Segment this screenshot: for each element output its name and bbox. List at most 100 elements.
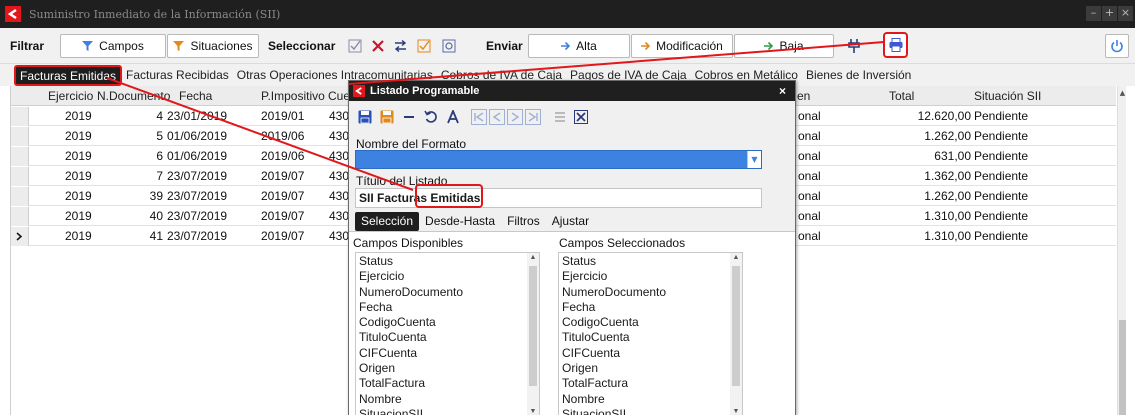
list-item[interactable]: NumeroDocumento [562,285,666,300]
tab-facturas-emitidas[interactable]: Facturas Emitidas [14,65,123,86]
maximize-button[interactable]: + [1102,6,1117,21]
tab-filtros[interactable]: Filtros [501,212,546,231]
cell-total: 1.310,00 [924,229,971,243]
list-item[interactable]: CodigoCuenta [562,315,666,330]
list-item[interactable]: Status [562,254,666,269]
cell-total: 12.620,00 [917,109,971,123]
scroll-thumb[interactable] [1119,320,1126,415]
list-item[interactable]: CodigoCuenta [359,315,463,330]
row-selector[interactable] [11,187,29,206]
delete-box-icon[interactable] [573,109,589,125]
col-fecha[interactable]: Fecha [179,89,212,103]
tab-bienes-inversion[interactable]: Bienes de Inversión [802,64,915,86]
campos-disponibles-list[interactable]: Status Ejercicio NumeroDocumento Fecha C… [355,252,540,415]
select-range-icon[interactable] [441,38,457,54]
undo-icon[interactable] [423,109,439,125]
list-item[interactable]: CIFCuenta [359,346,463,361]
list-lines-icon[interactable] [552,109,568,125]
col-ndocumento[interactable]: N.Documento [97,89,170,103]
list-item[interactable]: NumeroDocumento [359,285,463,300]
list-item[interactable]: TotalFactura [562,376,666,391]
dialog-title: Listado Programable [370,85,480,97]
list-item[interactable]: TituloCuenta [562,330,666,345]
scroll-thumb[interactable] [529,266,537,386]
list-item[interactable]: TituloCuenta [359,330,463,345]
row-selector[interactable] [11,127,29,146]
window-title: Suministro Inmediato de la Información (… [29,7,281,21]
list-item[interactable]: Ejercicio [562,269,666,284]
list-item[interactable]: Origen [359,361,463,376]
save-as-icon[interactable] [379,109,395,125]
baja-button[interactable]: Baja [734,34,834,58]
list-scrollbar[interactable]: ▲ ▼ [730,253,742,415]
cell-cuenta: 430 [329,149,350,163]
campos-seleccionados-list[interactable]: Status Ejercicio NumeroDocumento Fecha C… [558,252,743,415]
next-record-icon[interactable] [507,109,523,125]
scroll-up-icon[interactable]: ▲ [730,254,742,261]
list-item[interactable]: Status [359,254,463,269]
list-item[interactable]: Fecha [359,300,463,315]
list-item[interactable]: SituacionSII [359,407,463,415]
deselect-icon[interactable] [370,38,386,54]
font-icon[interactable] [445,109,461,125]
list-scrollbar[interactable]: ▲ ▼ [527,253,539,415]
list-item[interactable]: TotalFactura [359,376,463,391]
col-pimpositivo[interactable]: P.Impositivo [261,89,325,103]
cell-ejercicio: 2019 [65,149,92,163]
list-item[interactable]: Origen [562,361,666,376]
scroll-down-icon[interactable]: ▼ [527,408,539,415]
power-button[interactable] [1105,34,1129,58]
dialog-title-bar[interactable]: Listado Programable × [349,81,795,101]
tab-seleccion[interactable]: Selección [355,212,420,231]
scroll-down-icon[interactable]: ▼ [730,408,742,415]
minus-icon[interactable] [401,109,417,125]
prev-record-icon[interactable] [489,109,505,125]
col-ejercicio[interactable]: Ejercicio [48,89,93,103]
first-record-icon[interactable] [471,109,487,125]
col-situacion[interactable]: Situación SII [974,89,1041,103]
scroll-up-icon[interactable]: ▲ [527,254,539,261]
col-origen[interactable]: en [797,89,810,103]
close-window-button[interactable]: × [1118,6,1133,21]
last-record-icon[interactable] [525,109,541,125]
situaciones-button[interactable]: Situaciones [167,34,259,58]
save-icon[interactable] [357,109,373,125]
list-item[interactable]: Nombre [562,392,666,407]
list-item[interactable]: Fecha [562,300,666,315]
scroll-up-icon[interactable]: ▲ [1118,89,1127,97]
row-selector[interactable] [11,147,29,166]
alta-button[interactable]: Alta [528,34,630,58]
campos-button[interactable]: Campos [60,34,166,58]
list-item[interactable]: SituacionSII [562,407,666,415]
cell-ndocumento: 41 [149,229,163,243]
print-button[interactable] [883,32,908,58]
select-all-icon[interactable] [347,38,363,54]
select-pending-icon[interactable] [416,38,432,54]
tab-ajustar[interactable]: Ajustar [546,212,595,231]
list-item[interactable]: Nombre [359,392,463,407]
list-item[interactable]: Ejercicio [359,269,463,284]
campos-disponibles-label: Campos Disponibles [353,236,464,250]
scroll-thumb[interactable] [732,266,740,386]
plug-icon[interactable] [846,38,862,54]
grid-scrollbar[interactable]: ▲ [1117,86,1126,415]
cell-total: 631,00 [934,149,971,163]
tab-desde-hasta[interactable]: Desde-Hasta [419,212,501,231]
row-selector[interactable] [11,207,29,226]
row-selector[interactable] [11,227,29,246]
list-item[interactable]: CIFCuenta [562,346,666,361]
row-selector[interactable] [11,167,29,186]
cell-origen: onal [798,109,821,123]
filtrar-label: Filtrar [10,39,45,53]
chevron-down-icon[interactable]: ▼ [747,151,761,168]
nombre-formato-select[interactable]: ▼ [355,150,762,169]
col-total[interactable]: Total [889,89,914,103]
tab-facturas-recibidas[interactable]: Facturas Recibidas [126,64,233,86]
row-selector[interactable] [11,107,29,126]
modificacion-button[interactable]: Modificación [631,34,733,58]
minimize-button[interactable]: – [1086,6,1101,21]
cell-ejercicio: 2019 [65,209,92,223]
swap-selection-icon[interactable] [392,38,408,54]
printer-icon [889,38,902,52]
dialog-close-button[interactable]: × [779,84,786,98]
